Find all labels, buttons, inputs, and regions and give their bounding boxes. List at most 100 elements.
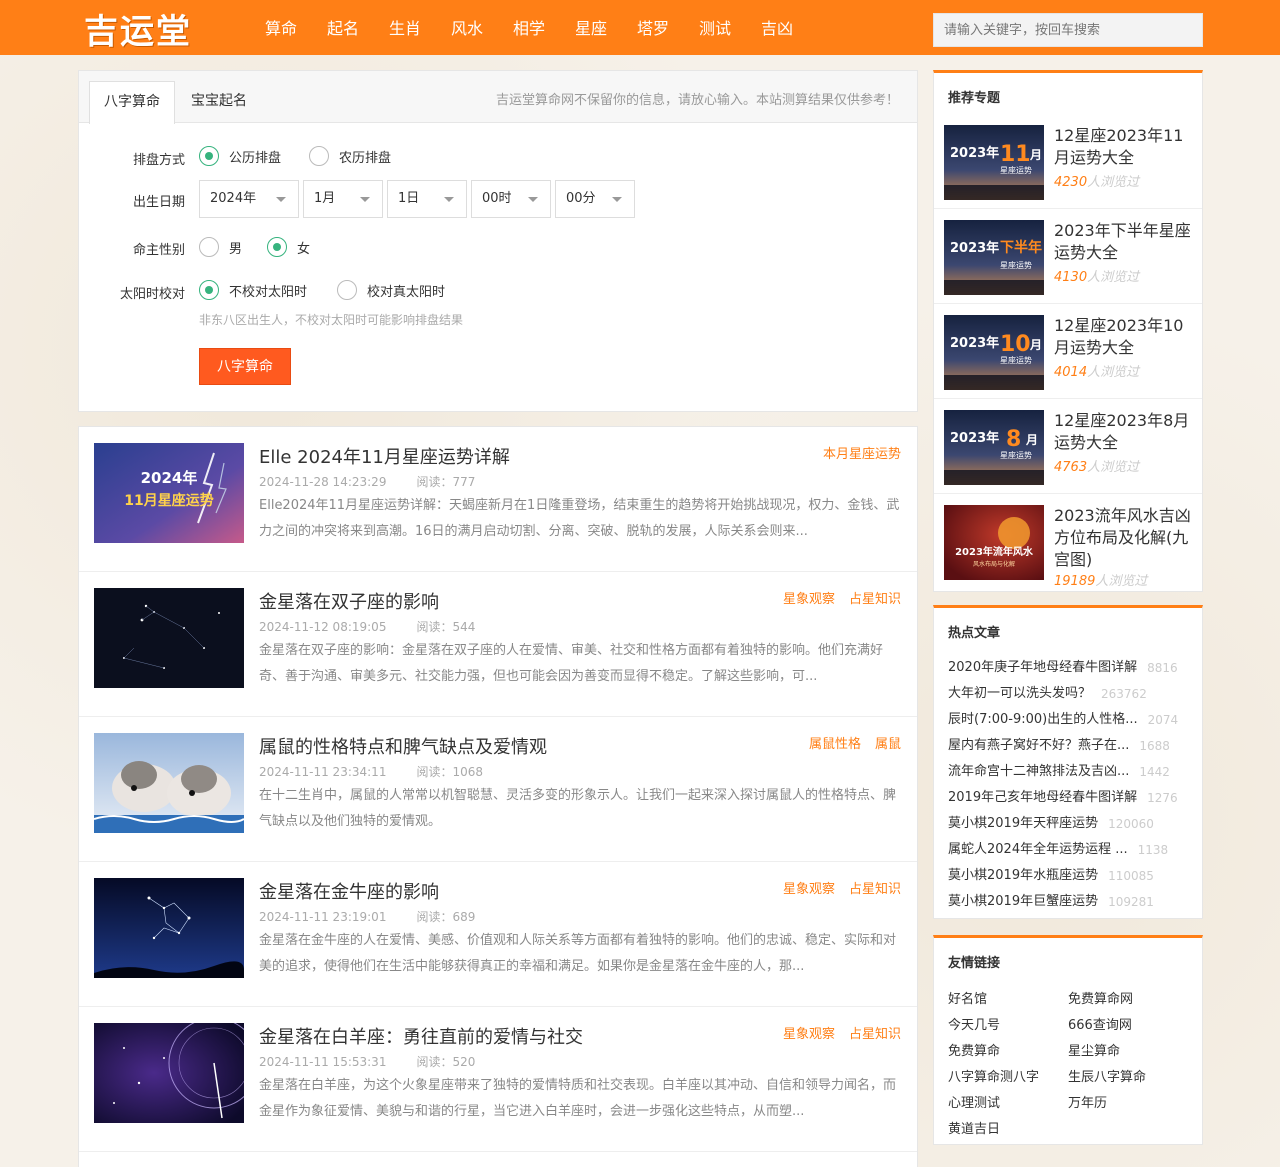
year-select[interactable]: 2024年: [199, 180, 299, 218]
hot-article-link[interactable]: 莫小棋2019年巨蟹座运势 109281: [948, 889, 1192, 915]
article-title[interactable]: Elle 2024年11月星座运势详解: [259, 443, 510, 469]
article-thumbnail[interactable]: [94, 588, 244, 688]
article-thumbnail[interactable]: 2024年 11月星座运势: [94, 443, 244, 543]
friend-link[interactable]: 心理测试: [948, 1092, 1000, 1111]
article-title[interactable]: 金星落在金牛座的影响: [259, 878, 439, 904]
hot-article-link[interactable]: 辰时(7:00-9:00)出生的人性格... 2074: [948, 707, 1192, 733]
article-tag[interactable]: 属鼠: [875, 733, 901, 752]
friend-link[interactable]: 生辰八字算命: [1068, 1066, 1146, 1085]
topic-title[interactable]: 12星座2023年11月运势大全: [1054, 125, 1194, 169]
hot-article-link[interactable]: 流年命宫十二神煞排法及吉凶... 1442: [948, 759, 1192, 785]
nav-item-shengxiao[interactable]: 生肖: [374, 0, 436, 55]
top-header: 吉运堂 算命 起名 生肖 风水 相学 星座 塔罗 测试 吉凶: [0, 0, 1280, 55]
article-item[interactable]: 属鼠的性格特点和脾气缺点及爱情观 属鼠性格 属鼠 2024-11-11 23:34…: [79, 717, 917, 862]
topic-thumbnail[interactable]: 2023年 10 月 星座运势: [944, 315, 1044, 390]
topic-item[interactable]: 2023年 10 月 星座运势 12星座2023年10月运势大全 4014人浏览…: [944, 307, 1192, 402]
topic-thumbnail[interactable]: 2023年 下半年 星座运势: [944, 220, 1044, 295]
radio-female[interactable]: 女: [267, 237, 310, 257]
hot-article-link[interactable]: 2019年己亥年地母经春牛图详解 1276: [948, 785, 1192, 811]
hot-article-link[interactable]: 属蛇人2024年全年运势运程 ... 1138: [948, 837, 1192, 863]
article-tag[interactable]: 本月星座运势: [823, 443, 901, 462]
friend-link[interactable]: 今天几号: [948, 1014, 1000, 1033]
topic-title[interactable]: 12星座2023年8月运势大全: [1054, 410, 1194, 454]
radio-lunar-calendar[interactable]: 农历排盘: [309, 146, 391, 166]
topic-title[interactable]: 2023年下半年星座运势大全: [1054, 220, 1194, 264]
topic-thumbnail[interactable]: 2023年 11 月 星座运势: [944, 125, 1044, 200]
topic-item[interactable]: 2023年 下半年 星座运势 2023年下半年星座运势大全 4130人浏览过: [944, 212, 1192, 307]
nav-item-xiangxue[interactable]: 相学: [498, 0, 560, 55]
hot-article-link[interactable]: 莫小棋2019年水瓶座运势 110085: [948, 863, 1192, 889]
friend-link[interactable]: 好名馆: [948, 988, 987, 1007]
friend-link[interactable]: 黄道吉日: [948, 1118, 1000, 1137]
radio-true-solar-correction[interactable]: 校对真太阳时: [337, 280, 445, 300]
radio-male[interactable]: 男: [199, 237, 242, 257]
topic-item[interactable]: 2023年 11 月 星座运势 12星座2023年11月运势大全 4230人浏览…: [944, 117, 1192, 212]
radio-unchecked-icon: [309, 146, 329, 166]
friend-link[interactable]: 星尘算命: [1068, 1040, 1120, 1059]
topic-title[interactable]: 2023流年风水吉凶方位布局及化解(九宫图): [1054, 505, 1194, 571]
topic-title[interactable]: 12星座2023年10月运势大全: [1054, 315, 1194, 359]
nav-item-qiming[interactable]: 起名: [312, 0, 374, 55]
article-title[interactable]: 金星落在双子座的影响: [259, 588, 439, 614]
nav-item-jixiong[interactable]: 吉凶: [746, 0, 808, 55]
section-title: 推荐专题: [948, 91, 1001, 106]
article-tag[interactable]: 星象观察: [783, 878, 835, 897]
article-item[interactable]: 金星落在金牛座的影响 星象观察 占星知识 2024-11-11 23:19:01 阅…: [79, 862, 917, 1007]
hot-article-link[interactable]: 2020年庚子年地母经春牛图详解 8816: [948, 655, 1192, 681]
tab-baby-naming[interactable]: 宝宝起名: [177, 81, 261, 124]
article-item[interactable]: 2024年 11月星座运势 Elle 2024年11月星座运势详解 本月星座运势…: [79, 427, 917, 572]
article-meta: 2024-11-12 08:19:05 阅读：544: [259, 620, 476, 634]
radio-solar-calendar[interactable]: 公历排盘: [199, 146, 281, 166]
friend-link[interactable]: 免费算命网: [1068, 988, 1133, 1007]
article-tag[interactable]: 星象观察: [783, 588, 835, 607]
article-thumbnail[interactable]: [94, 1023, 244, 1123]
search-input[interactable]: [933, 13, 1203, 47]
article-tag[interactable]: 占星知识: [849, 588, 901, 607]
svg-text:2023年流年风水: 2023年流年风水: [955, 545, 1034, 558]
topic-item[interactable]: 2023年流年风水 风水布局与化解 2023流年风水吉凶方位布局及化解(九宫图)…: [944, 497, 1192, 593]
tab-bazi[interactable]: 八字算命: [89, 81, 175, 124]
article-title[interactable]: 属鼠的性格特点和脾气缺点及爱情观: [259, 733, 547, 759]
hour-select[interactable]: 00时: [471, 180, 551, 218]
svg-text:星座运势: 星座运势: [1000, 450, 1032, 460]
month-select[interactable]: 1月: [303, 180, 383, 218]
friend-link[interactable]: 八字算命测八字: [948, 1066, 1039, 1085]
article-thumbnail[interactable]: [94, 878, 244, 978]
submit-bazi-button[interactable]: 八字算命: [199, 348, 291, 385]
article-summary: Elle2024年11月星座运势详解：天蝎座新月在1日隆重登场，结束重生的趋势将…: [259, 498, 900, 539]
site-logo[interactable]: 吉运堂: [84, 9, 192, 52]
minute-select[interactable]: 00分: [555, 180, 635, 218]
friend-link[interactable]: 万年历: [1068, 1092, 1107, 1111]
article-list: 2024年 11月星座运势 Elle 2024年11月星座运势详解 本月星座运势…: [78, 426, 918, 1167]
article-tag[interactable]: 占星知识: [849, 878, 901, 897]
svg-text:2023年: 2023年: [950, 335, 999, 351]
hot-article-link[interactable]: 大年初一可以洗头发吗？ 263762: [948, 681, 1192, 707]
article-item[interactable]: 金星落在双子座的影响 星象观察 占星知识 2024-11-12 08:19:05 阅…: [79, 572, 917, 717]
nav-item-xingzuo[interactable]: 星座: [560, 0, 622, 55]
friend-link[interactable]: 666查询网: [1068, 1014, 1132, 1033]
divider: [934, 493, 1202, 494]
day-select[interactable]: 1日: [387, 180, 467, 218]
nav-item-fengshui[interactable]: 风水: [436, 0, 498, 55]
article-title[interactable]: 金星落在白羊座：勇往直前的爱情与社交: [259, 1023, 583, 1049]
topic-thumbnail[interactable]: 2023年 8 月 星座运势: [944, 410, 1044, 485]
divider: [934, 208, 1202, 209]
nav-item-ceshi[interactable]: 测试: [684, 0, 746, 55]
nav-item-suanming[interactable]: 算命: [250, 0, 312, 55]
topic-thumbnail[interactable]: 2023年流年风水 风水布局与化解: [944, 505, 1044, 580]
article-tag[interactable]: 占星知识: [849, 1023, 901, 1042]
nav-item-taluo[interactable]: 塔罗: [622, 0, 684, 55]
article-tag[interactable]: 星象观察: [783, 1023, 835, 1042]
friend-link[interactable]: 免费算命: [948, 1040, 1000, 1059]
article-tag[interactable]: 属鼠性格: [809, 733, 861, 752]
article-item[interactable]: 金星落在白羊座：勇往直前的爱情与社交 星象观察 占星知识 2024-11-11 1…: [79, 1007, 917, 1152]
hot-article-link[interactable]: 屋内有燕子窝好不好？燕子在... 1688: [948, 733, 1192, 759]
topic-item[interactable]: 2023年 8 月 星座运势 12星座2023年8月运势大全 4763人浏览过: [944, 402, 1192, 497]
article-thumbnail[interactable]: [94, 733, 244, 833]
radio-no-solar-correction[interactable]: 不校对太阳时: [199, 280, 307, 300]
hot-article-link[interactable]: 莫小棋2019年天秤座运势 120060: [948, 811, 1192, 837]
svg-text:月: 月: [1025, 433, 1038, 447]
article-tags: 星象观察 占星知识: [783, 1023, 901, 1042]
svg-text:11: 11: [1000, 142, 1031, 167]
radio-unchecked-icon: [337, 280, 357, 300]
